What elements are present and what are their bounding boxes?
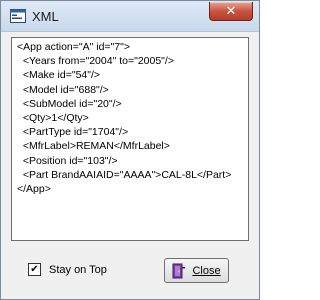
title-bar[interactable]: XML ✕ [1, 1, 259, 32]
xml-line: <PartType id="1704"/> [17, 126, 129, 139]
xml-line: <MfrLabel>REMAN</MfrLabel> [17, 140, 170, 153]
app-icon [10, 9, 26, 23]
close-button[interactable]: Close [164, 258, 229, 283]
window-title: XML [32, 9, 59, 24]
xml-text-area[interactable]: <App action="A" id="7"> <Years from="200… [11, 37, 249, 241]
xml-line: <Years from="2004" to="2005"/> [17, 55, 174, 68]
close-button-label: Close [192, 264, 221, 277]
xml-line: <Model id="688"/> [17, 83, 109, 96]
stay-on-top-option[interactable]: ✔ Stay on Top [28, 263, 107, 276]
xml-line: <Make id="54"/> [17, 69, 101, 82]
stay-on-top-checkbox[interactable]: ✔ [28, 263, 41, 276]
xml-window: XML ✕ <App action="A" id="7"> <Years fro… [0, 0, 260, 300]
window-close-button[interactable]: ✕ [209, 2, 253, 21]
checkmark-icon: ✔ [30, 263, 39, 275]
xml-line: </App> [17, 183, 51, 196]
xml-line: <SubModel id="20"/> [17, 97, 122, 110]
xml-line: <Position id="103"/> [17, 154, 118, 167]
xml-line: <Qty>1</Qty> [17, 112, 89, 125]
close-icon: ✕ [225, 3, 237, 18]
door-exit-icon [172, 263, 186, 278]
xml-line: <App action="A" id="7"> [17, 41, 130, 53]
xml-line: <Part BrandAAIAID="AAAA">CAL-8L</Part> [17, 168, 232, 181]
stay-on-top-label: Stay on Top [49, 263, 107, 276]
